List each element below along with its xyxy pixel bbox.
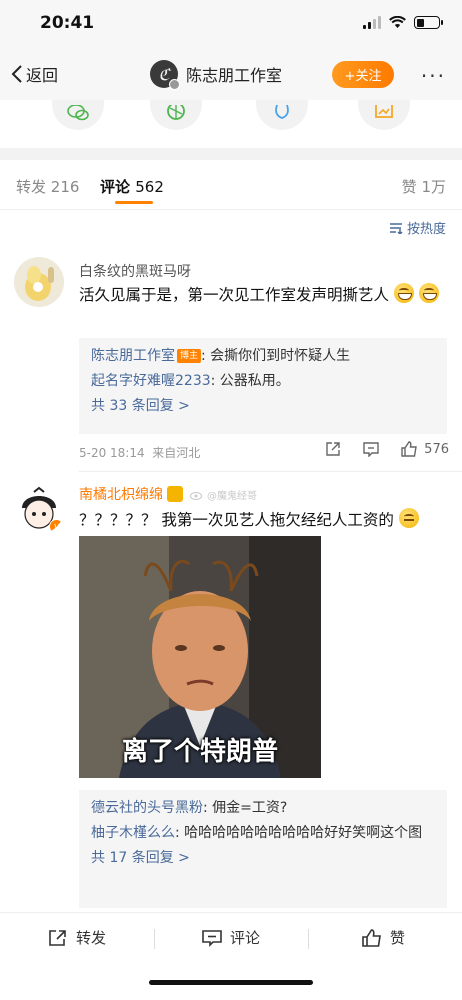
back-button[interactable]: 返回 [10, 62, 58, 86]
grin-emoji-icon [393, 283, 414, 303]
comment-username[interactable]: 白条纹的黑斑马呀 [79, 261, 191, 281]
reply-box: 陈志朋工作室 博主: 会撕你们到时怀疑人生 起名字好难喔2233: 公器私用。 共… [79, 338, 447, 434]
more-replies-link[interactable]: 共 33 条回复 > [91, 394, 435, 419]
reply-line[interactable]: 柚子木槿么么: 哈哈哈哈哈哈哈哈哈哈好好笑啊这个图 [91, 821, 435, 846]
image-caption: 离了个特朗普 [121, 737, 278, 767]
tab-comment[interactable]: 评论 562 [100, 176, 164, 197]
signal-icon [363, 16, 381, 29]
divider [154, 929, 155, 949]
share-icon[interactable] [325, 441, 341, 457]
reply-box: 德云社的头号黑粉: 佣金=工资? 柚子木槿么么: 哈哈哈哈哈哈哈哈哈哈好好笑啊这… [79, 790, 447, 908]
author-badge: 博主 [177, 349, 202, 363]
page-title: 陈志朋工作室 [186, 66, 283, 85]
status-bar: 20:41 [0, 0, 462, 50]
like-button[interactable]: 赞 [362, 927, 405, 948]
verified-icon: v [49, 519, 64, 534]
divider [79, 471, 462, 472]
avatar: ℭ [150, 60, 180, 90]
sort-icon [389, 222, 403, 234]
avatar[interactable]: v [14, 484, 64, 534]
wifi-icon [389, 16, 406, 28]
chevron-left-icon [11, 65, 22, 83]
tab-bar: 转发 216 评论 562 赞 1万 [0, 160, 462, 210]
sort-button[interactable]: 按热度 [389, 218, 446, 237]
comment-icon[interactable] [363, 441, 379, 457]
grin-emoji-icon [418, 283, 439, 303]
verified-icon [169, 79, 180, 90]
fan-badge-icon [167, 486, 184, 502]
more-button[interactable]: ··· [421, 64, 446, 88]
tab-repost[interactable]: 转发 216 [16, 176, 79, 197]
tab-indicator [115, 201, 153, 204]
comment-text: 活久见属于是，第一次见工作室发声明撕艺人 [79, 283, 449, 308]
follow-button[interactable]: +关注 [332, 61, 394, 88]
comment-icon [202, 929, 222, 947]
divider [308, 929, 309, 949]
share-row [0, 100, 462, 148]
repost-button[interactable]: 转发 [48, 927, 106, 948]
home-indicator [149, 980, 313, 985]
reply-line[interactable]: 起名字好难喔2233: 公器私用。 [91, 369, 435, 394]
comment-meta: 5-20 18:14 来自河北 576 [79, 441, 449, 460]
moments-share-icon[interactable] [150, 100, 202, 130]
comment-text: ？？？？？ 我第一次见艺人拖欠经纪人工资的 [79, 508, 449, 533]
battery-icon [414, 16, 443, 29]
avatar[interactable] [14, 257, 64, 307]
share-icon [49, 929, 66, 946]
watermark: @魔鬼经哥 [190, 487, 257, 502]
reply-line[interactable]: 德云社的头号黑粉: 佣金=工资? [91, 796, 435, 821]
reply-line[interactable]: 陈志朋工作室 博主: 会撕你们到时怀疑人生 [91, 344, 435, 369]
thumbs-up-icon [401, 441, 417, 457]
thumbs-up-icon [362, 928, 381, 947]
wechat-share-icon[interactable] [52, 100, 104, 130]
nav-user[interactable]: ℭ 陈志朋工作室 [150, 60, 283, 90]
back-label: 返回 [26, 66, 59, 85]
like-button[interactable]: 576 [401, 441, 449, 457]
bottom-toolbar: 转发 评论 赞 [0, 912, 462, 1000]
tab-like[interactable]: 赞 1万 [402, 176, 446, 197]
zipper-mouth-emoji-icon [398, 508, 419, 528]
comment-button[interactable]: 评论 [202, 927, 260, 948]
more-replies-link[interactable]: 共 17 条回复 > [91, 846, 435, 871]
qq-share-icon[interactable] [256, 100, 308, 130]
comment-image[interactable]: 离了个特朗普 [79, 536, 321, 778]
comment-username[interactable]: 南橘北枳绵绵 [79, 484, 184, 504]
nav-bar: 返回 ℭ 陈志朋工作室 +关注 ··· [0, 50, 462, 100]
status-icons [363, 16, 443, 29]
status-time: 20:41 [40, 13, 95, 33]
weibo-logo-icon [190, 492, 202, 500]
image-share-icon[interactable] [358, 100, 410, 130]
section-divider [0, 148, 462, 160]
